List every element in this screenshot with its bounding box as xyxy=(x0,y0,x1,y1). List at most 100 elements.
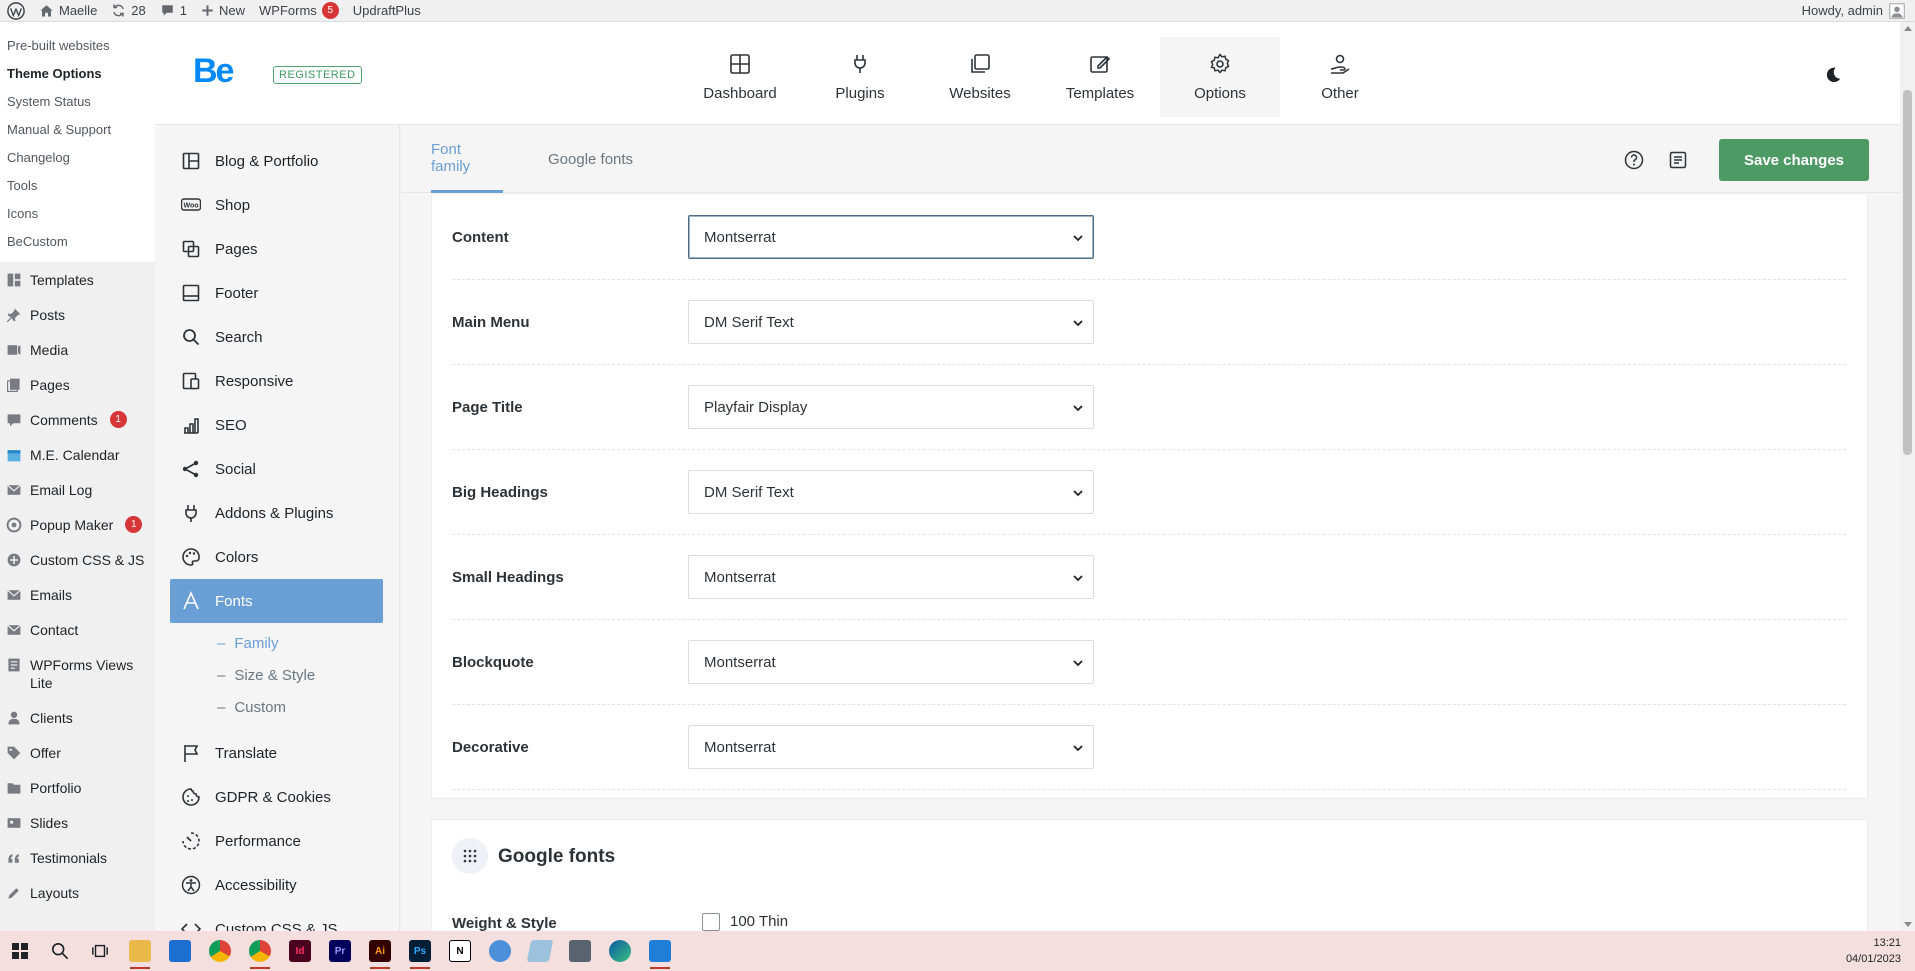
taskbar-photoshop[interactable]: Ps xyxy=(400,931,440,971)
sidebar-item-seo[interactable]: SEO xyxy=(155,403,399,447)
taskbar-premiere[interactable]: Pr xyxy=(320,931,360,971)
be-logo[interactable]: Be xyxy=(193,52,234,91)
taskbar-photos[interactable] xyxy=(640,931,680,971)
site-name-link[interactable]: Maelle xyxy=(32,0,104,22)
sidebar-item-social[interactable]: Social xyxy=(155,447,399,491)
font-row-content: Content Montserrat xyxy=(452,195,1846,280)
submenu-manual-support[interactable]: Manual & Support xyxy=(0,116,155,144)
taskbar-mail[interactable] xyxy=(160,931,200,971)
wp-menu-pages[interactable]: Pages xyxy=(0,367,155,402)
comments-link[interactable]: 1 xyxy=(153,0,194,22)
wordpress-logo-icon[interactable] xyxy=(0,0,32,22)
wp-menu-media[interactable]: Media xyxy=(0,332,155,367)
font-select-main-menu[interactable]: DM Serif Text xyxy=(688,300,1094,344)
sidebar-item-shop[interactable]: Woo Shop xyxy=(155,183,399,227)
submenu-becustom[interactable]: BeCustom xyxy=(0,228,155,256)
updraftplus-link[interactable]: UpdraftPlus xyxy=(346,0,428,22)
submenu-prebuilt-websites[interactable]: Pre-built websites xyxy=(0,32,155,60)
weight-100-checkbox[interactable] xyxy=(702,913,720,931)
taskbar-illustrator[interactable]: Ai xyxy=(360,931,400,971)
wp-menu-emails[interactable]: Emails xyxy=(0,577,155,612)
dark-mode-moon-icon[interactable] xyxy=(1824,66,1842,84)
scrollbar-thumb[interactable] xyxy=(1903,90,1912,455)
task-view-button[interactable] xyxy=(80,931,120,971)
page-scrollbar[interactable] xyxy=(1900,22,1915,931)
font-select-decorative[interactable]: Montserrat xyxy=(688,725,1094,769)
help-icon[interactable] xyxy=(1624,150,1644,170)
wp-menu-label: Popup Maker xyxy=(30,517,114,533)
sidebar-item-pages[interactable]: Pages xyxy=(155,227,399,271)
wp-menu-popup-maker[interactable]: Popup Maker 1 xyxy=(0,507,155,542)
taskbar-edge[interactable] xyxy=(600,931,640,971)
sidebar-item-footer[interactable]: Footer xyxy=(155,271,399,315)
wp-menu-label: Offer xyxy=(30,745,61,761)
sidebar-item-performance[interactable]: Performance xyxy=(155,819,399,863)
font-select-page-title[interactable]: Playfair Display xyxy=(688,385,1094,429)
wp-menu-wpforms-views-lite[interactable]: WPForms Views Lite xyxy=(0,647,155,700)
font-select-content[interactable]: Montserrat xyxy=(688,215,1094,259)
fonts-sub-custom[interactable]: – Custom xyxy=(155,691,399,723)
wp-menu-email-log[interactable]: Email Log xyxy=(0,472,155,507)
font-select-big-headings[interactable]: DM Serif Text xyxy=(688,470,1094,514)
tab-templates[interactable]: Templates xyxy=(1040,37,1160,117)
start-button[interactable] xyxy=(0,931,40,971)
wp-menu-slides[interactable]: Slides xyxy=(0,805,155,840)
save-changes-button[interactable]: Save changes xyxy=(1719,139,1869,181)
taskbar-chrome-profile[interactable] xyxy=(240,931,280,971)
wp-menu-contact[interactable]: Contact xyxy=(0,612,155,647)
taskbar-search-button[interactable] xyxy=(40,931,80,971)
taskbar-github[interactable] xyxy=(480,931,520,971)
taskbar-calculator[interactable] xyxy=(560,931,600,971)
wpforms-link[interactable]: WPForms 5 xyxy=(252,0,346,22)
taskbar-notion[interactable]: N xyxy=(440,931,480,971)
sidebar-item-fonts[interactable]: Fonts xyxy=(170,579,383,623)
sidebar-item-colors[interactable]: Colors xyxy=(155,535,399,579)
tab-google-fonts[interactable]: Google fonts xyxy=(548,125,633,193)
submenu-theme-options[interactable]: Theme Options xyxy=(0,60,155,88)
tab-plugins[interactable]: Plugins xyxy=(800,37,920,117)
wp-menu-testimonials[interactable]: Testimonials xyxy=(0,840,155,875)
wp-menu-clients[interactable]: Clients xyxy=(0,700,155,735)
wp-menu-portfolio[interactable]: Portfolio xyxy=(0,770,155,805)
submenu-tools[interactable]: Tools xyxy=(0,172,155,200)
wp-menu-comments[interactable]: Comments 1 xyxy=(0,402,155,437)
wp-menu-m-e-calendar[interactable]: M.E. Calendar xyxy=(0,437,155,472)
sidebar-item-blog-portfolio[interactable]: Blog & Portfolio xyxy=(155,139,399,183)
submenu-changelog[interactable]: Changelog xyxy=(0,144,155,172)
wp-menu-templates[interactable]: Templates xyxy=(0,262,155,297)
taskbar-chrome[interactable] xyxy=(200,931,240,971)
fonts-sub-family[interactable]: – Family xyxy=(155,627,399,659)
tab-dashboard[interactable]: Dashboard xyxy=(680,37,800,117)
tab-other[interactable]: Other xyxy=(1280,37,1400,117)
fonts-sub-size-style[interactable]: – Size & Style xyxy=(155,659,399,691)
sidebar-item-translate[interactable]: Translate xyxy=(155,731,399,775)
font-select-blockquote[interactable]: Montserrat xyxy=(688,640,1094,684)
submenu-icons[interactable]: Icons xyxy=(0,200,155,228)
scroll-up-arrow-icon[interactable] xyxy=(1904,26,1912,31)
sidebar-item-custom-css-js[interactable]: Custom CSS & JS xyxy=(155,907,399,931)
tab-font-family[interactable]: Font family xyxy=(431,125,503,193)
updates-link[interactable]: 28 xyxy=(104,0,152,22)
sidebar-item-addons-plugins[interactable]: Addons & Plugins xyxy=(155,491,399,535)
new-content-link[interactable]: New xyxy=(194,0,252,22)
font-select-small-headings[interactable]: Montserrat xyxy=(688,555,1094,599)
wp-menu-posts[interactable]: Posts xyxy=(0,297,155,332)
scroll-down-arrow-icon[interactable] xyxy=(1904,922,1912,927)
sidebar-item-search[interactable]: Search xyxy=(155,315,399,359)
notes-icon[interactable] xyxy=(1668,150,1688,170)
sidebar-item-gdpr-cookies[interactable]: GDPR & Cookies xyxy=(155,775,399,819)
sidebar-item-accessibility[interactable]: Accessibility xyxy=(155,863,399,907)
wp-menu-label: Testimonials xyxy=(30,850,108,866)
tab-websites[interactable]: Websites xyxy=(920,37,1040,117)
account-menu[interactable]: Howdy, admin xyxy=(1795,0,1915,22)
taskbar-indesign[interactable]: Id xyxy=(280,931,320,971)
taskbar-file-explorer[interactable] xyxy=(120,931,160,971)
wp-menu-layouts[interactable]: Layouts xyxy=(0,875,155,910)
taskbar-app-blue[interactable] xyxy=(520,931,560,971)
submenu-system-status[interactable]: System Status xyxy=(0,88,155,116)
sidebar-item-responsive[interactable]: Responsive xyxy=(155,359,399,403)
wp-menu-custom-css-js[interactable]: Custom CSS & JS xyxy=(0,542,155,577)
tab-options[interactable]: Options xyxy=(1160,37,1280,117)
system-clock[interactable]: 13:21 04/01/2023 xyxy=(1846,935,1901,967)
wp-menu-offer[interactable]: Offer xyxy=(0,735,155,770)
